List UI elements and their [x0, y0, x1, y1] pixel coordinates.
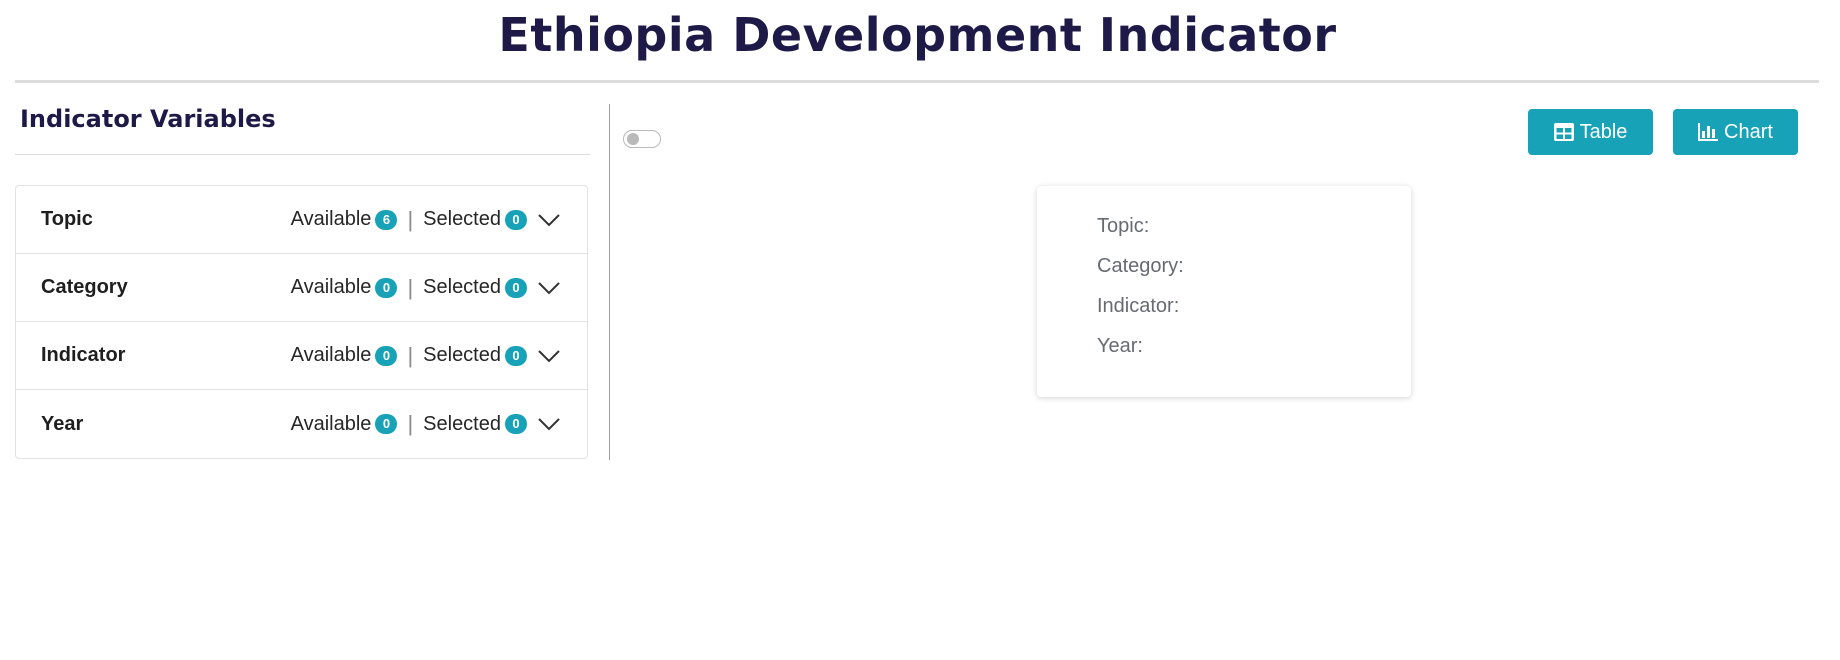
accordion-stats: Available 0 | Selected 0	[291, 343, 561, 369]
indicator-accordion: Topic Available 6 | Selected 0 Category …	[15, 185, 588, 459]
selected-count-badge: 0	[505, 277, 527, 298]
accordion-stats: Available 0 | Selected 0	[291, 411, 561, 437]
panel-divider	[15, 154, 590, 155]
stats-separator: |	[407, 274, 414, 300]
accordion-label: Year	[41, 412, 84, 435]
accordion-item-year[interactable]: Year Available 0 | Selected 0	[16, 390, 587, 458]
summary-year-label: Year:	[1097, 335, 1143, 357]
chart-button-label: Chart	[1724, 120, 1773, 143]
accordion-stats: Available 6 | Selected 0	[291, 207, 561, 233]
summary-indicator-label: Indicator:	[1097, 295, 1180, 317]
accordion-item-category[interactable]: Category Available 0 | Selected 0	[16, 254, 587, 322]
table-button-label: Table	[1579, 120, 1628, 143]
summary-category-label: Category:	[1097, 255, 1184, 277]
chevron-down-icon[interactable]	[537, 281, 561, 295]
available-count-badge: 0	[375, 345, 398, 366]
title-divider	[15, 80, 1819, 83]
available-count-badge: 0	[375, 277, 398, 298]
selected-label: Selected	[423, 412, 501, 435]
table-icon	[1553, 123, 1574, 141]
stats-separator: |	[407, 411, 414, 436]
toggle-knob	[627, 133, 639, 145]
selected-label: Selected	[423, 344, 501, 366]
chevron-down-icon[interactable]	[537, 417, 561, 431]
accordion-label: Indicator	[41, 344, 126, 366]
chevron-down-icon[interactable]	[537, 349, 561, 363]
available-label: Available	[290, 276, 372, 298]
page-title: Ethiopia Development Indicator	[498, 8, 1337, 62]
available-label: Available	[290, 344, 372, 366]
accordion-stats: Available 0 | Selected 0	[291, 275, 561, 301]
view-toggle-switch[interactable]	[623, 130, 661, 148]
available-label: Available	[290, 208, 372, 230]
summary-topic-label: Topic:	[1097, 215, 1150, 237]
selected-label: Selected	[423, 208, 501, 230]
accordion-label: Category	[41, 276, 128, 298]
accordion-label: Topic	[41, 208, 93, 230]
available-label: Available	[290, 412, 372, 435]
stats-separator: |	[407, 342, 414, 368]
selected-count-badge: 0	[505, 414, 527, 434]
selected-count-badge: 0	[505, 209, 527, 230]
chevron-down-icon[interactable]	[537, 213, 561, 227]
selection-summary-card: Topic: Category: Indicator: Year:	[1037, 186, 1411, 397]
chart-view-button[interactable]: Chart	[1673, 109, 1798, 155]
available-count-badge: 0	[375, 414, 398, 434]
table-view-button[interactable]: Table	[1528, 109, 1653, 155]
selected-count-badge: 0	[505, 345, 527, 366]
selected-label: Selected	[423, 276, 501, 298]
bar-chart-icon	[1698, 123, 1719, 141]
available-count-badge: 6	[375, 209, 398, 230]
stats-separator: |	[407, 206, 414, 232]
panel-vertical-divider	[609, 104, 610, 460]
accordion-item-topic[interactable]: Topic Available 6 | Selected 0	[16, 186, 587, 254]
panel-heading: Indicator Variables	[20, 105, 276, 133]
accordion-item-indicator[interactable]: Indicator Available 0 | Selected 0	[16, 322, 587, 390]
